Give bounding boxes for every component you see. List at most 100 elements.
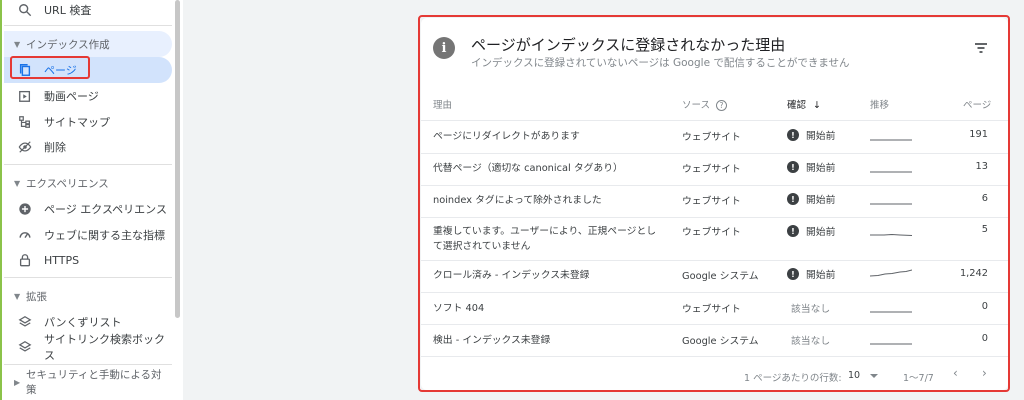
rows-per-page-select[interactable]: 10 bbox=[848, 370, 879, 381]
sidebar-item-page-experience[interactable]: ページ エクスペリエンス bbox=[4, 196, 172, 222]
chevron-right-icon: ▶ bbox=[14, 377, 21, 387]
status-label: 開始前 bbox=[806, 227, 836, 238]
column-header-label: 確認 bbox=[787, 100, 807, 111]
sidebar-item-removals[interactable]: 削除 bbox=[4, 134, 172, 160]
section-label: セキュリティと手動による対策 bbox=[26, 369, 162, 396]
sidebar-item-label: パンくずリスト bbox=[44, 316, 122, 329]
alert-icon: ! bbox=[787, 161, 799, 173]
sitemap-icon bbox=[18, 115, 32, 129]
table-divider bbox=[421, 356, 1008, 357]
section-security[interactable]: ▶ セキュリティと手動による対策 bbox=[4, 369, 172, 396]
lock-icon bbox=[18, 253, 32, 267]
video-pages-icon bbox=[18, 89, 32, 103]
status-label: 開始前 bbox=[806, 270, 836, 281]
divider bbox=[4, 277, 172, 278]
sidebar-item-label: サイトマップ bbox=[44, 116, 110, 129]
reason-cell: 検出 - インデックス未登録 bbox=[433, 335, 551, 346]
next-page-icon[interactable]: › bbox=[982, 366, 987, 380]
table-row[interactable]: クロール済み - インデックス未登録 Google システム ! 開始前 1,24… bbox=[421, 261, 1008, 292]
reason-cell: noindex タグによって除外されました bbox=[433, 195, 602, 206]
column-header-source[interactable]: ソース? bbox=[682, 97, 728, 111]
source-cell: Google システム bbox=[682, 336, 759, 347]
layers-icon bbox=[18, 315, 32, 329]
chevron-down-icon: ▼ bbox=[14, 39, 21, 49]
alert-icon: ! bbox=[787, 268, 799, 280]
status-label: 開始前 bbox=[806, 163, 836, 174]
table-row[interactable]: noindex タグによって除外されました ウェブサイト ! 開始前 6 bbox=[421, 186, 1008, 217]
table-row[interactable]: ページにリダイレクトがあります ウェブサイト ! 開始前 191 bbox=[421, 121, 1008, 153]
status-label: 開始前 bbox=[806, 195, 836, 206]
core-web-vitals-icon bbox=[18, 228, 32, 242]
pages-count: 13 bbox=[975, 161, 988, 172]
pages-count: 191 bbox=[969, 129, 988, 140]
section-enhancements[interactable]: ▼ 拡張 bbox=[4, 283, 172, 309]
filter-icon[interactable] bbox=[973, 41, 989, 55]
sidebar-item-core-web-vitals[interactable]: ウェブに関する主な指標 bbox=[4, 222, 172, 248]
alert-icon: ! bbox=[787, 129, 799, 141]
sidebar: URL 検査 ▼ インデックス作成 ページ 動画ページ サイトマップ 削除 ▼ … bbox=[2, 0, 172, 400]
alert-icon: ! bbox=[787, 193, 799, 205]
pages-count: 0 bbox=[981, 301, 988, 312]
pages-count: 0 bbox=[981, 333, 988, 344]
status-cell: ! 開始前 bbox=[787, 160, 835, 174]
chevron-down-icon: ▼ bbox=[14, 178, 21, 188]
divider bbox=[4, 364, 172, 365]
sidebar-item-url-inspection[interactable]: URL 検査 bbox=[4, 0, 172, 23]
status-cell: ! 開始前 bbox=[787, 192, 835, 206]
rows-per-page-value: 10 bbox=[848, 370, 861, 381]
status-cell: ! 開始前 bbox=[787, 267, 835, 281]
table-row[interactable]: ソフト 404 ウェブサイト 該当なし 0 bbox=[421, 293, 1008, 324]
sidebar-item-https[interactable]: HTTPS bbox=[4, 247, 172, 273]
status-cell: ! 開始前 bbox=[787, 128, 835, 142]
table-row[interactable]: 代替ページ（適切な canonical タグあり） ウェブサイト ! 開始前 13 bbox=[421, 154, 1008, 185]
status-label: 開始前 bbox=[806, 131, 836, 142]
trend-sparkline bbox=[870, 269, 912, 277]
pages-count: 6 bbox=[981, 193, 988, 204]
help-icon[interactable]: ? bbox=[716, 100, 728, 111]
section-label: インデックス作成 bbox=[26, 38, 110, 51]
card-subtitle: インデックスに登録されていないページは Google で配信することができません bbox=[471, 57, 850, 69]
sidebar-item-sitemaps[interactable]: サイトマップ bbox=[4, 109, 172, 135]
sidebar-item-label: ページ エクスペリエンス bbox=[44, 203, 167, 216]
column-header-trend[interactable]: 推移 bbox=[870, 97, 889, 111]
status-cell: 該当なし bbox=[791, 336, 831, 347]
column-header-label: ソース bbox=[682, 100, 711, 111]
table-row[interactable]: 検出 - インデックス未登録 Google システム 該当なし 0 bbox=[421, 325, 1008, 356]
section-experience[interactable]: ▼ エクスペリエンス bbox=[4, 170, 172, 196]
scrollbar-thumb[interactable] bbox=[175, 0, 180, 318]
table-row[interactable]: 重複しています。ユーザーにより、正規ページとして選択されていません ウェブサイト… bbox=[421, 218, 1008, 260]
source-cell: ウェブサイト bbox=[682, 227, 741, 238]
search-icon bbox=[18, 3, 32, 17]
chevron-down-icon: ▼ bbox=[14, 291, 21, 301]
removals-icon bbox=[18, 140, 32, 154]
sidebar-item-sitelinks-searchbox[interactable]: サイトリンク検索ボックス bbox=[4, 333, 172, 362]
source-cell: Google システム bbox=[682, 271, 759, 282]
section-indexing[interactable]: ▼ インデックス作成 bbox=[4, 31, 172, 57]
highlight-box bbox=[10, 56, 90, 79]
alert-icon: ! bbox=[787, 225, 799, 237]
trend-sparkline bbox=[870, 139, 912, 141]
section-label: エクスペリエンス bbox=[26, 177, 109, 190]
status-cell: 該当なし bbox=[791, 304, 831, 315]
column-header-pages[interactable]: ページ bbox=[963, 97, 991, 111]
trend-sparkline bbox=[870, 311, 912, 313]
reason-cell: ソフト 404 bbox=[433, 303, 485, 314]
reason-cell: 代替ページ（適切な canonical タグあり） bbox=[433, 163, 623, 174]
reason-cell: 重複しています。ユーザーにより、正規ページとして選択されていません bbox=[433, 226, 657, 252]
rows-per-page-label: 1 ページあたりの行数: bbox=[744, 373, 842, 384]
sidebar-item-video-pages[interactable]: 動画ページ bbox=[4, 83, 172, 109]
column-header-validation[interactable]: 確認 ↓ bbox=[787, 97, 821, 111]
sidebar-item-label: サイトリンク検索ボックス bbox=[44, 333, 165, 362]
divider bbox=[4, 25, 172, 26]
dropdown-arrow-icon bbox=[870, 373, 879, 378]
layers-icon bbox=[18, 340, 32, 354]
trend-sparkline bbox=[870, 171, 912, 173]
column-header-reason[interactable]: 理由 bbox=[433, 97, 452, 111]
source-cell: ウェブサイト bbox=[682, 132, 741, 143]
sidebar-item-label: 動画ページ bbox=[44, 90, 99, 103]
trend-sparkline bbox=[870, 203, 912, 205]
sidebar-item-label: HTTPS bbox=[44, 253, 80, 267]
page-range: 1〜7/7 bbox=[903, 373, 934, 384]
prev-page-icon[interactable]: ‹ bbox=[953, 366, 958, 380]
page-experience-icon bbox=[18, 202, 32, 216]
